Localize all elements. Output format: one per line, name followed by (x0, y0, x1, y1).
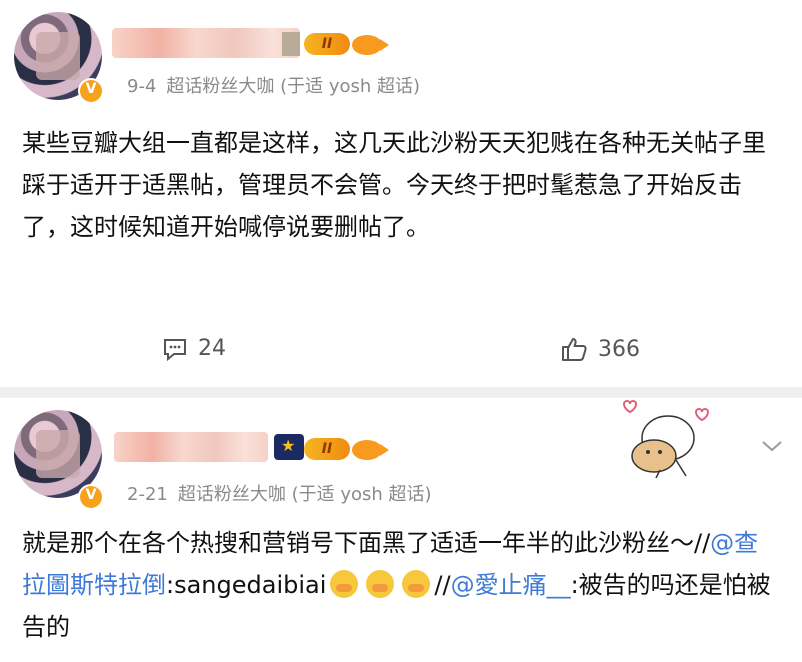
post-separator (0, 387, 802, 398)
post-text-mid: :sangedaibiai (166, 571, 327, 599)
post-actions: 24 366 (0, 330, 802, 374)
chevron-down-icon[interactable] (760, 438, 784, 454)
post-meta: 2-21 超话粉丝大咖 (于适 yosh 超话) (127, 480, 442, 506)
verified-v-icon: V (78, 484, 104, 510)
avatar-blur (36, 32, 80, 80)
fish-badge-icon (352, 440, 389, 460)
fish-badge-icon (352, 35, 389, 55)
post-date: 9-4 (127, 76, 157, 97)
avatar-blur (36, 430, 80, 478)
emoji-icon (402, 570, 431, 598)
post-text: 某些豆瓣大组一直都是这样，这几天此沙粉天天犯贱在各种无关帖子里踩于适开于适黑帖，… (22, 129, 766, 241)
comment-button[interactable]: 24 (162, 336, 226, 361)
like-button[interactable]: 366 (560, 336, 640, 362)
comment-icon (164, 338, 186, 361)
username-blurred[interactable] (112, 28, 300, 58)
post-text: 就是那个在各个热搜和营销号下面黑了适适一年半的此沙粉丝～//@查拉圖斯特拉倒:s… (22, 522, 776, 648)
thumbs-up-icon (562, 338, 587, 361)
comment-count: 24 (198, 336, 226, 361)
post-date: 2-21 (127, 484, 168, 505)
username-blur-tail (282, 32, 300, 56)
sticker-image (622, 400, 710, 478)
post-source[interactable]: 超话粉丝大咖 (于适 yosh 超话) (178, 484, 432, 505)
post-meta: 9-4 超话粉丝大咖 (于适 yosh 超话) (127, 72, 430, 98)
level-badge: II (304, 438, 350, 460)
like-count: 366 (598, 336, 640, 362)
post-text-mid2: // (434, 571, 451, 599)
emoji-icon (366, 570, 395, 598)
post-card: V II 9-4 超话粉丝大咖 (于适 yosh 超话) 某些豆瓣大组一直都是这样… (0, 0, 802, 387)
username-blurred[interactable] (114, 432, 268, 462)
verified-v-icon: V (78, 78, 104, 104)
emoji-icon (330, 570, 359, 598)
post-card: V II 2-21 超话粉丝大咖 (于适 yosh 超话) 就是那个在各个热搜和营… (0, 398, 802, 662)
level-badge: II (304, 33, 350, 55)
post-text-prefix: 就是那个在各个热搜和营销号下面黑了适适一年半的此沙粉丝～// (22, 529, 711, 557)
post-source[interactable]: 超话粉丝大咖 (于适 yosh 超话) (166, 76, 420, 97)
crown-badge-icon (274, 434, 304, 460)
mention-link[interactable]: @愛止痛__ (451, 571, 571, 599)
